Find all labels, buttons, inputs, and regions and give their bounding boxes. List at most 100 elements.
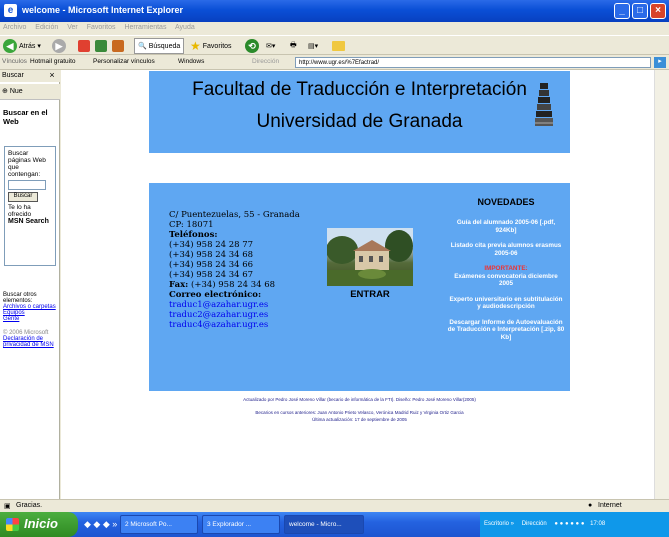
links-label: Vínculos: [2, 58, 27, 65]
search-submit-button[interactable]: Buscar: [8, 192, 38, 202]
phone-2: (+34) 958 24 34 68: [169, 250, 254, 260]
menu-file[interactable]: Archivo: [3, 24, 26, 31]
privacy-link[interactable]: Declaración de privacidad de MSN: [3, 336, 59, 348]
news-item-guide[interactable]: Guía del alumnado 2005-06 [.pdf, 924Kb]: [447, 219, 565, 234]
close-icon[interactable]: ×: [46, 70, 58, 82]
system-tray: Escritorio » Dirección ● ● ● ● ● ● 17:08: [480, 512, 669, 537]
tray-desktop[interactable]: Escritorio: [484, 521, 509, 527]
refresh-button[interactable]: [95, 38, 107, 54]
menu-help[interactable]: Ayuda: [175, 24, 195, 31]
print-button[interactable]: 🖶: [290, 38, 297, 54]
new-search-button[interactable]: ⊕ Nue: [0, 84, 60, 100]
link-hotmail[interactable]: Hotmail gratuito: [30, 58, 76, 65]
favorites-button[interactable]: ★ Favoritos: [190, 38, 232, 54]
mail-button[interactable]: ✉▾: [266, 38, 275, 54]
search-instructions: Buscar páginas Web que contengan:: [8, 150, 46, 178]
phones-label: Teléfonos:: [169, 230, 218, 240]
news-item-erasmus[interactable]: Listado cita previa alumnos erasmus 2005…: [447, 242, 565, 257]
back-button[interactable]: ◀ Atrás ▾: [3, 38, 41, 54]
task-ie-welcome[interactable]: welcome - Micro...: [284, 515, 364, 534]
tray-address[interactable]: Dirección: [522, 521, 547, 527]
quick-launch[interactable]: ◆ ◆ ◆ »: [84, 519, 117, 530]
university-title: Universidad de Granada: [256, 111, 463, 132]
close-button[interactable]: ×: [650, 3, 666, 19]
menu-tools[interactable]: Herramientas: [124, 24, 166, 31]
forward-button[interactable]: ▶: [52, 38, 66, 54]
other-search-label: Buscar otros elementos:: [3, 292, 37, 304]
menu-bar: Archivo Edición Ver Favoritos Herramient…: [0, 22, 669, 35]
search-heading: Buscar en el Web: [3, 108, 48, 126]
search-input[interactable]: [8, 180, 46, 190]
mail-icon: ✉▾: [266, 43, 276, 50]
chevron-down-icon: ▾: [37, 43, 41, 50]
tray-icons[interactable]: ● ● ● ● ● ●: [554, 521, 584, 527]
star-icon: ★: [190, 39, 201, 53]
news-list: Guía del alumnado 2005-06 [.pdf, 924Kb] …: [447, 219, 565, 349]
history-button[interactable]: ⟲: [245, 38, 259, 54]
back-arrow-icon: ◀: [3, 39, 17, 53]
link-windows[interactable]: Windows: [178, 58, 204, 65]
globe-icon: ●: [588, 502, 593, 509]
edit-button[interactable]: ▤▾: [308, 38, 318, 54]
enter-link[interactable]: ENTRAR: [327, 289, 413, 300]
contact-info: C/ Puentezuelas, 55 - Granada CP: 18071 …: [169, 210, 349, 330]
stop-icon: [78, 40, 90, 52]
go-button[interactable]: ▸: [654, 57, 666, 68]
search-button[interactable]: 🔍 Búsqueda: [134, 38, 185, 54]
title-bar: e welcome - Microsoft Internet Explorer …: [0, 0, 669, 22]
tower-logo-icon: [535, 83, 553, 126]
printer-icon: 🖶: [290, 41, 297, 49]
menu-view[interactable]: Ver: [67, 24, 78, 31]
ie-icon: e: [4, 4, 17, 17]
folder-button[interactable]: [332, 38, 345, 54]
email-link-3[interactable]: traduc4@azahar.ugr.es: [169, 320, 349, 330]
postal-code: CP: 18071: [169, 220, 214, 230]
news-heading: NOVEDADES: [477, 197, 535, 207]
task-explorer[interactable]: 3 Explorador ...: [202, 515, 280, 534]
footer-credits: Actualizado por Pedro José Moreno Villar…: [243, 397, 476, 402]
fax-number: (+34) 958 24 34 68: [191, 280, 276, 290]
windows-logo-icon: [6, 518, 19, 531]
window-title: welcome - Microsoft Internet Explorer: [22, 5, 184, 15]
vertical-scrollbar[interactable]: [654, 70, 669, 499]
menu-edit[interactable]: Edición: [35, 24, 58, 31]
link-personalize[interactable]: Personalizar vínculos: [93, 58, 155, 65]
powered-by: Te lo ha ofrecido: [8, 204, 32, 218]
page-footer: Actualizado por Pedro José Moreno Villar…: [149, 396, 570, 423]
menu-favorites[interactable]: Favoritos: [87, 24, 116, 31]
status-bar: ▣ Gracias. ● Internet: [0, 499, 669, 512]
building-photo[interactable]: [327, 228, 413, 286]
edit-icon: ▤▾: [308, 43, 319, 50]
other-search: Buscar otros elementos: Archivos o carpe…: [3, 292, 59, 348]
news-item-exams[interactable]: Exámenes convocatoria diciembre 2005: [447, 273, 565, 288]
folder-icon: [332, 41, 345, 51]
link-people[interactable]: Gente: [3, 316, 59, 322]
address-input[interactable]: http://www.ugr.es/%7Efactrad/: [295, 57, 651, 68]
important-label: IMPORTANTE:: [484, 265, 528, 272]
minimize-button[interactable]: _: [614, 3, 630, 19]
zone-text: Internet: [598, 502, 622, 509]
email-link-2[interactable]: traduc2@azahar.ugr.es: [169, 310, 349, 320]
home-button[interactable]: [112, 38, 124, 54]
msn-brand: MSN Search: [8, 218, 49, 225]
start-button[interactable]: Inicio: [0, 512, 78, 537]
task-powerpoint[interactable]: 2 Microsoft Po...: [120, 515, 198, 534]
forward-arrow-icon: ▶: [52, 39, 66, 53]
footer-previous: Becarios en cursos anteriores: Juan Anto…: [255, 410, 464, 415]
email-link-1[interactable]: traduc1@azahar.ugr.es: [169, 300, 349, 310]
fax-label: Fax:: [169, 280, 189, 290]
status-text: Gracias.: [16, 502, 43, 509]
home-icon: [112, 40, 124, 52]
magnifier-icon: 🔍: [138, 43, 147, 50]
page-main: C/ Puentezuelas, 55 - Granada CP: 18071 …: [149, 183, 570, 391]
maximize-button[interactable]: □: [632, 3, 648, 19]
news-item-expert[interactable]: Experto universitario en subtitulación y…: [447, 296, 565, 311]
street-address: C/ Puentezuelas, 55 - Granada: [169, 210, 300, 220]
stop-button[interactable]: [78, 38, 90, 54]
phone-1: (+34) 958 24 28 77: [169, 240, 254, 250]
taskbar: Inicio ◆ ◆ ◆ » 2 Microsoft Po... 3 Explo…: [0, 512, 669, 537]
new-search-icon: ⊕: [2, 88, 8, 95]
phone-4: (+34) 958 24 34 67: [169, 270, 254, 280]
news-item-report[interactable]: Descargar Informe de Autoevaluación de T…: [447, 319, 565, 342]
fax-line: Fax: (+34) 958 24 34 68: [169, 280, 349, 290]
